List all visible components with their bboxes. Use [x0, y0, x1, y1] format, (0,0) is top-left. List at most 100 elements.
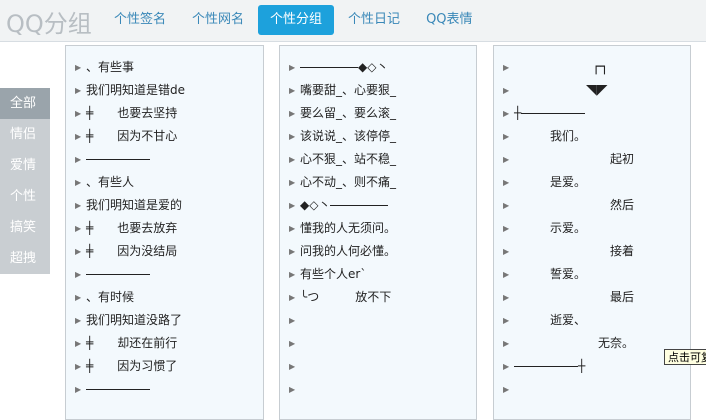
list-item[interactable]: ▶ ◆◇丶 [280, 194, 476, 217]
triangle-right-icon: ▶ [503, 362, 510, 371]
triangle-right-icon: ▶ [289, 86, 296, 95]
triangle-right-icon: ▶ [503, 63, 510, 72]
triangle-right-icon: ▶ [503, 339, 510, 348]
list-item[interactable]: ▶ 我们明知道是爱的 [66, 194, 263, 217]
triangle-right-icon: ▶ [503, 86, 510, 95]
divider-line [300, 67, 358, 68]
triangle-right-icon: ▶ [75, 362, 82, 371]
triangle-right-icon: ▶ [289, 178, 296, 187]
list-item[interactable]: ▶ [280, 309, 476, 332]
list-item[interactable]: ▶ ╪ 却还在前行 [66, 332, 263, 355]
site-logo[interactable]: QQ分组 [6, 4, 92, 39]
list-item[interactable]: ▶ [66, 378, 263, 401]
triangle-right-icon: ▶ [289, 293, 296, 302]
list-item[interactable]: ▶ 懂我的人无须问。 [280, 217, 476, 240]
list-item[interactable]: ▶ 、有些事 [66, 56, 263, 79]
list-item[interactable]: ▶ 问我的人何必懂。 [280, 240, 476, 263]
divider-line [86, 274, 150, 275]
list-item[interactable]: ▶ 然后 [494, 194, 690, 217]
group-card-3[interactable]: ▶ ┌┐ ▶ ◥◤ ▶ ┼ ▶ 我们。 ▶ 起初 ▶ 是爱。 ▶ 然后 ▶ 示爱。 ▶… [493, 45, 691, 420]
list-item[interactable]: ▶ 示爱。 [494, 217, 690, 240]
triangle-right-icon: ▶ [289, 201, 296, 210]
list-item[interactable]: ▶ ◥◤ [494, 79, 690, 102]
list-item[interactable]: ▶ 逝爱、 [494, 309, 690, 332]
list-item[interactable]: ▶ ╰つ 放不下 [280, 286, 476, 309]
list-item[interactable]: ▶ 我们。 [494, 125, 690, 148]
list-item[interactable]: ▶ 该说说_、该停停_ [280, 125, 476, 148]
sidebar-item-personality[interactable]: 个性 [0, 181, 50, 212]
list-item[interactable]: ▶ 心不狠_、站不稳_ [280, 148, 476, 171]
divider-line [86, 389, 150, 390]
list-item[interactable]: ▶ ╪ 也要去放弃 [66, 217, 263, 240]
sidebar-item-cool[interactable]: 超拽 [0, 243, 50, 274]
list-item[interactable]: ▶ 我们明知道是错de [66, 79, 263, 102]
sidebar-item-funny[interactable]: 搞笑 [0, 212, 50, 243]
list-item[interactable]: ▶ 接着 [494, 240, 690, 263]
triangle-right-icon: ▶ [503, 155, 510, 164]
triangle-right-icon: ▶ [75, 270, 82, 279]
triangle-right-icon: ▶ [75, 201, 82, 210]
nav-tab-emoji[interactable]: QQ表情 [414, 5, 484, 35]
list-item[interactable]: ▶ 、有时候 [66, 286, 263, 309]
list-item[interactable]: ▶ 、有些人 [66, 171, 263, 194]
divider-line [521, 113, 586, 114]
triangle-right-icon: ▶ [75, 178, 82, 187]
triangle-right-icon: ▶ [503, 201, 510, 210]
triangle-right-icon: ▶ [289, 362, 296, 371]
triangle-right-icon: ▶ [503, 385, 510, 394]
list-item[interactable]: ▶ 要么留_、要么滚_ [280, 102, 476, 125]
list-item[interactable]: ▶ [66, 263, 263, 286]
triangle-right-icon: ▶ [289, 316, 296, 325]
triangle-right-icon: ▶ [503, 293, 510, 302]
list-item[interactable]: ▶ ╪ 因为不甘心 [66, 125, 263, 148]
triangle-right-icon: ▶ [503, 247, 510, 256]
triangle-right-icon: ▶ [289, 247, 296, 256]
list-item[interactable]: ▶ 是爱。 [494, 171, 690, 194]
triangle-right-icon: ▶ [289, 385, 296, 394]
triangle-right-icon: ▶ [75, 247, 82, 256]
list-item[interactable]: ▶ [280, 355, 476, 378]
triangle-right-icon: ▶ [75, 339, 82, 348]
list-item[interactable]: ▶ ◆◇丶 [280, 56, 476, 79]
list-item[interactable]: ▶ [280, 332, 476, 355]
sidebar-item-all[interactable]: 全部 [0, 88, 50, 119]
sidebar-item-couple[interactable]: 情侣 [0, 119, 50, 150]
list-item[interactable]: ▶ 嘴要甜_、心要狠_ [280, 79, 476, 102]
triangle-right-icon: ▶ [503, 316, 510, 325]
list-item[interactable]: ▶ 我们明知道没路了 [66, 309, 263, 332]
nav-tab-signature[interactable]: 个性签名 [102, 5, 178, 35]
list-item[interactable]: ▶ 有些个人er` [280, 263, 476, 286]
triangle-right-icon: ▶ [289, 224, 296, 233]
category-sidebar: 全部 情侣 爱情 个性 搞笑 超拽 [0, 88, 50, 274]
list-item[interactable]: ▶ ╪ 也要去坚持 [66, 102, 263, 125]
triangle-right-icon: ▶ [503, 132, 510, 141]
list-item[interactable]: ▶ 誓爱。 [494, 263, 690, 286]
divider-line [514, 366, 578, 367]
copy-tooltip: 点击可复制 [664, 349, 706, 365]
list-item[interactable]: ▶ 无奈。 [494, 332, 690, 355]
list-item[interactable]: ▶ 起初 [494, 148, 690, 171]
list-item[interactable]: ▶ [494, 378, 690, 401]
group-card-2[interactable]: ▶ ◆◇丶 ▶ 嘴要甜_、心要狠_ ▶ 要么留_、要么滚_ ▶ 该说说_、该停停_ ▶ 心… [279, 45, 477, 420]
group-card-1[interactable]: ▶ 、有些事 ▶ 我们明知道是错de ▶ ╪ 也要去坚持 ▶ ╪ 因为不甘心 ▶ ▶ 、有… [65, 45, 264, 420]
nav-tab-group[interactable]: 个性分组 [258, 5, 335, 35]
list-item[interactable]: ▶ ┼ [494, 102, 690, 125]
triangle-right-icon: ▶ [289, 339, 296, 348]
triangle-right-icon: ▶ [75, 155, 82, 164]
list-item[interactable]: ▶ ┌┐ [494, 56, 690, 79]
list-item[interactable]: ▶ ╪ 因为习惯了 [66, 355, 263, 378]
nav-tab-diary[interactable]: 个性日记 [336, 5, 412, 35]
sidebar-item-love[interactable]: 爱情 [0, 150, 50, 181]
triangle-right-icon: ▶ [75, 109, 82, 118]
list-item[interactable]: ▶ ╪ 因为没结局 [66, 240, 263, 263]
list-item[interactable]: ▶ [66, 148, 263, 171]
list-item[interactable]: ▶ 最后 [494, 286, 690, 309]
list-item[interactable]: ▶ 心不动_、则不痛_ [280, 171, 476, 194]
triangle-right-icon: ▶ [75, 224, 82, 233]
list-item[interactable]: ▶ ┼ [494, 355, 690, 378]
triangle-right-icon: ▶ [75, 385, 82, 394]
list-item[interactable]: ▶ [280, 378, 476, 401]
triangle-right-icon: ▶ [289, 132, 296, 141]
nav-tab-nickname[interactable]: 个性网名 [180, 5, 256, 35]
header-bar: QQ分组 个性签名 个性网名 个性分组 个性日记 QQ表情 [0, 0, 706, 42]
